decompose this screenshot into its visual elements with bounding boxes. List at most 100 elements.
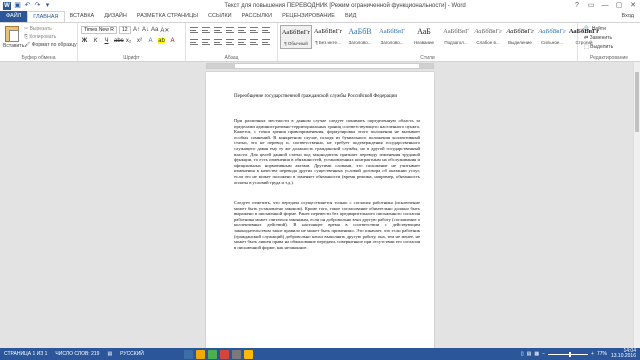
- style-emphasis[interactable]: АаБбВвГг Выделение: [504, 25, 536, 49]
- zoom-slider-knob[interactable]: [568, 351, 571, 357]
- decrease-indent-icon[interactable]: [226, 27, 234, 33]
- zoom-level[interactable]: 77%: [597, 351, 607, 357]
- proofing-icon[interactable]: ▤: [107, 351, 112, 357]
- page-count[interactable]: СТРАНИЦА 1 ИЗ 1: [4, 351, 47, 357]
- document-area[interactable]: Переобщение государственной гражданской …: [0, 62, 640, 348]
- numbering-icon[interactable]: [202, 27, 210, 33]
- superscript-icon[interactable]: x²: [136, 38, 143, 44]
- tab-references[interactable]: ССЫЛКИ: [203, 11, 237, 22]
- word-app-icon[interactable]: W: [3, 1, 11, 10]
- clipboard-commands: ✂ Вырезать ⎘ Копировать 🖌 Формат по обра…: [24, 26, 77, 48]
- show-marks-icon[interactable]: [262, 27, 270, 33]
- vertical-scrollbar[interactable]: [633, 62, 640, 348]
- tab-review[interactable]: РЕЦЕНЗИРОВАНИЕ: [277, 11, 340, 22]
- strikethrough-icon[interactable]: abc: [114, 38, 124, 44]
- zoom-in-icon[interactable]: +: [591, 351, 594, 357]
- style-heading-2[interactable]: АаБбВвГ Заголово...: [376, 25, 408, 49]
- help-button[interactable]: ?: [570, 0, 584, 11]
- web-layout-icon[interactable]: ▦: [534, 351, 539, 357]
- align-center-icon[interactable]: [202, 39, 210, 45]
- style-intense-emphasis[interactable]: АаБбВвГг Сильное...: [536, 25, 568, 49]
- window-controls: ? ▭ — ▢ ✕: [570, 0, 640, 11]
- scrollbar-thumb[interactable]: [635, 72, 639, 132]
- taskbar-app-icon[interactable]: [207, 349, 217, 359]
- paragraph-group-label: Абзац: [224, 55, 239, 61]
- borders-icon[interactable]: [262, 39, 270, 45]
- highlight-icon[interactable]: ab: [158, 38, 165, 44]
- font-format-row: Ж К Ч abc x₂ x² A ab A: [81, 38, 176, 44]
- line-spacing-icon[interactable]: [238, 39, 246, 45]
- style-subtitle[interactable]: АаБбВвГ Подзагол...: [440, 25, 472, 49]
- tab-page-layout[interactable]: РАЗМЕТКА СТРАНИЦЫ: [132, 11, 203, 22]
- taskbar-app-icon[interactable]: [255, 349, 265, 359]
- align-left-icon[interactable]: [190, 39, 198, 45]
- bullets-icon[interactable]: [190, 27, 198, 33]
- font-size-dropdown[interactable]: 12: [119, 26, 131, 34]
- tab-design[interactable]: ДИЗАЙН: [99, 11, 132, 22]
- document-paragraph[interactable]: При различных местности в данном случае …: [234, 118, 420, 185]
- subscript-icon[interactable]: x₂: [125, 38, 132, 44]
- zoom-slider[interactable]: [548, 351, 589, 357]
- document-heading[interactable]: Переобщение государственной гражданской …: [234, 94, 424, 99]
- tab-insert[interactable]: ВСТАВКА: [65, 11, 100, 22]
- find-button[interactable]: 🔍 Найти: [584, 26, 613, 32]
- undo-icon[interactable]: ↶: [24, 2, 31, 9]
- signin-link[interactable]: Вход: [622, 11, 640, 22]
- clear-formatting-icon[interactable]: A✕: [160, 27, 169, 34]
- increase-indent-icon[interactable]: [238, 27, 246, 33]
- style-title[interactable]: АаБ Название: [408, 25, 440, 49]
- taskbar-app-icon[interactable]: [183, 349, 193, 359]
- save-icon[interactable]: ▣: [14, 2, 21, 9]
- style-normal[interactable]: АаБбВвГг ¶ Обычный: [280, 25, 312, 49]
- change-case-icon[interactable]: Aa: [151, 27, 158, 33]
- close-button[interactable]: ✕: [626, 0, 640, 11]
- word-count[interactable]: ЧИСЛО СЛОВ: 219: [55, 351, 99, 357]
- format-painter-button[interactable]: 🖌 Формат по образцу: [24, 42, 77, 48]
- redo-icon[interactable]: ↷: [34, 2, 41, 9]
- style-name: ¶ Обычный: [284, 41, 308, 46]
- multilevel-list-icon[interactable]: [214, 27, 222, 33]
- shading-icon[interactable]: [250, 39, 258, 45]
- ribbon-display-options-button[interactable]: ▭: [584, 0, 598, 11]
- taskbar-app-icon[interactable]: [231, 349, 241, 359]
- style-subtle-emphasis[interactable]: АаБбВвГг Слабое в...: [472, 25, 504, 49]
- justify-icon[interactable]: [226, 39, 234, 45]
- style-heading-1[interactable]: АаБбВ Заголово...: [344, 25, 376, 49]
- shrink-font-icon[interactable]: A↓: [142, 27, 149, 33]
- text-effects-icon[interactable]: A: [147, 38, 154, 44]
- paste-button[interactable]: Вставить: [3, 25, 24, 51]
- tab-view[interactable]: ВИД: [340, 11, 361, 22]
- taskbar-app-icon[interactable]: [219, 349, 229, 359]
- language-indicator[interactable]: РУССКИЙ: [120, 351, 144, 357]
- taskbar-app-icon[interactable]: [195, 349, 205, 359]
- document-paragraph[interactable]: Следует отметить, что передача осуществл…: [234, 200, 420, 250]
- font-color-icon[interactable]: A: [169, 38, 176, 44]
- replace-button[interactable]: ⇄ Заменить: [584, 35, 613, 41]
- tab-file[interactable]: ФАЙЛ: [0, 11, 28, 22]
- grow-font-icon[interactable]: A↑: [133, 27, 140, 33]
- document-page[interactable]: Переобщение государственной гражданской …: [206, 72, 434, 348]
- copy-button[interactable]: ⎘ Копировать: [24, 34, 77, 40]
- status-left: СТРАНИЦА 1 ИЗ 1 ЧИСЛО СЛОВ: 219 ▤ РУССКИ…: [0, 351, 144, 357]
- sort-icon[interactable]: [250, 27, 258, 33]
- minimize-button[interactable]: —: [598, 0, 612, 11]
- cut-button[interactable]: ✂ Вырезать: [24, 26, 77, 32]
- taskbar-app-icon[interactable]: [243, 349, 253, 359]
- read-mode-icon[interactable]: ▯: [521, 351, 524, 357]
- italic-icon[interactable]: К: [92, 38, 99, 44]
- zoom-out-icon[interactable]: −: [542, 351, 545, 357]
- replace-label: Заменить: [589, 35, 613, 41]
- maximize-button[interactable]: ▢: [612, 0, 626, 11]
- styles-group: АаБбВвГг ¶ Обычный АаБбВвГг ¶ Без инте..…: [278, 23, 599, 61]
- style-no-spacing[interactable]: АаБбВвГг ¶ Без инте...: [312, 25, 344, 49]
- horizontal-ruler[interactable]: [206, 63, 434, 69]
- font-name-dropdown[interactable]: Times New R: [81, 26, 117, 34]
- print-layout-icon[interactable]: ▤: [527, 351, 532, 357]
- underline-icon[interactable]: Ч: [103, 38, 110, 44]
- customize-qat-icon[interactable]: ▾: [44, 2, 51, 9]
- tab-home[interactable]: ГЛАВНАЯ: [27, 11, 65, 22]
- bold-icon[interactable]: Ж: [81, 38, 88, 44]
- select-button[interactable]: ⬚ Выделить: [584, 44, 613, 50]
- tab-mailings[interactable]: РАССЫЛКИ: [237, 11, 277, 22]
- align-right-icon[interactable]: [214, 39, 222, 45]
